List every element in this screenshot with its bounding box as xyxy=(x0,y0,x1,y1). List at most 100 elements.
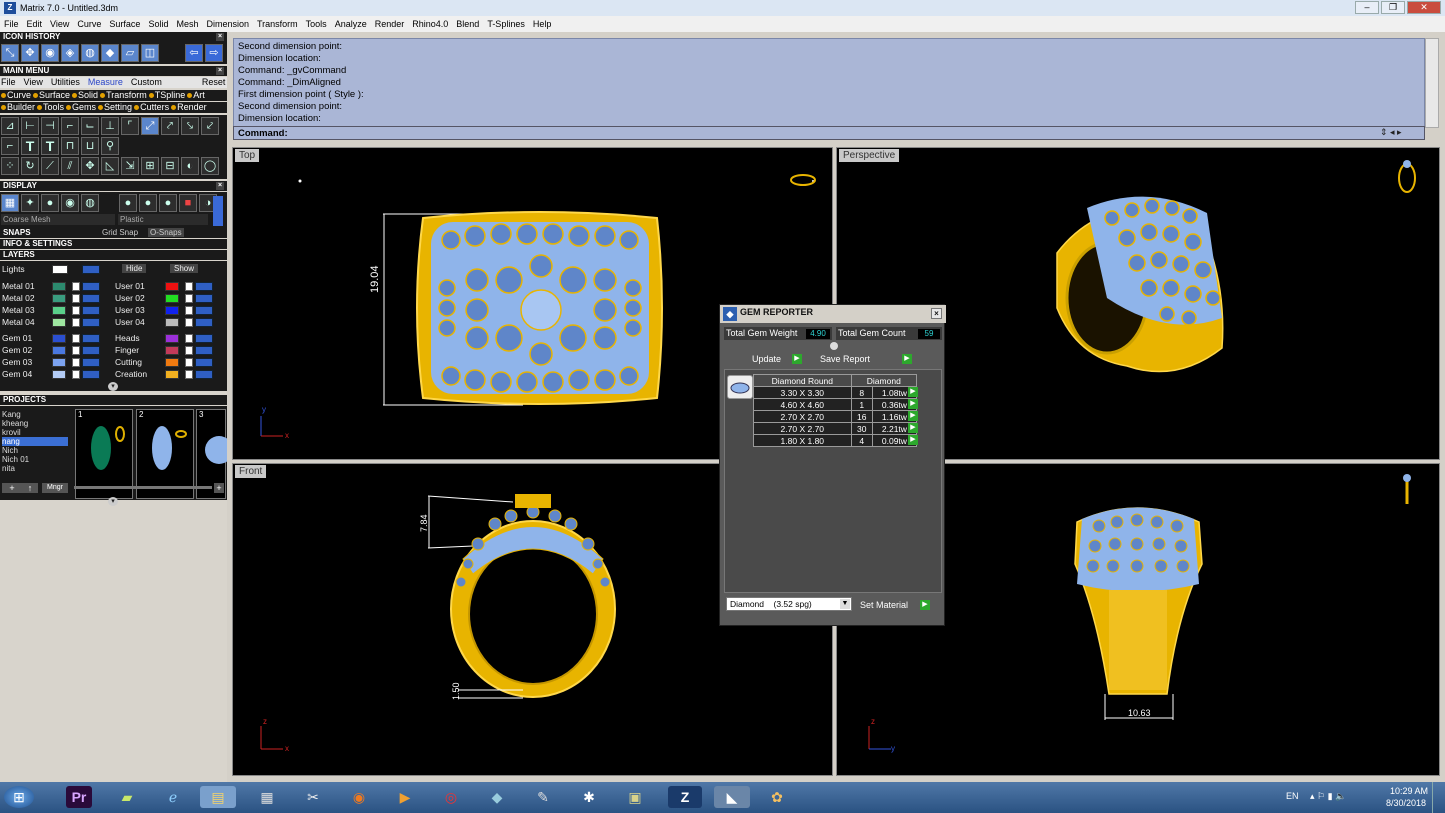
gem-reporter-header[interactable]: ◆ GEM REPORTER × xyxy=(720,305,946,323)
menu-help[interactable]: Help xyxy=(533,19,552,29)
rotate-tool-icon[interactable]: ↻ xyxy=(21,157,39,175)
premiere-icon[interactable]: Pr xyxy=(66,786,92,808)
wireframe-icon[interactable]: ▦ xyxy=(1,194,19,212)
hide-button[interactable]: Hide xyxy=(122,264,147,273)
collapse-icon[interactable] xyxy=(830,342,838,350)
manager-button[interactable]: Mngr xyxy=(42,483,68,493)
measure-tool-icon[interactable]: ⌜ xyxy=(121,117,139,135)
layer-row[interactable]: Creation xyxy=(115,369,219,380)
measure-tool-icon[interactable]: ⊿ xyxy=(1,117,19,135)
app-icon[interactable]: ◆ xyxy=(484,786,510,808)
menu-transform[interactable]: Transform xyxy=(257,19,298,29)
layer-row[interactable]: Metal 03 xyxy=(2,305,106,316)
play-icon[interactable]: ▶ xyxy=(908,423,918,433)
layer-toggle[interactable] xyxy=(82,265,100,274)
menu-view[interactable]: View xyxy=(50,19,69,29)
measure-tool-icon[interactable]: ⌙ xyxy=(81,117,99,135)
history-tool-icon[interactable]: ◈ xyxy=(61,44,79,62)
tab-reset[interactable]: Reset xyxy=(202,77,226,88)
expand-icon[interactable]: ▾ xyxy=(108,497,118,506)
menu-blend[interactable]: Blend xyxy=(456,19,479,29)
notes-icon[interactable]: ▣ xyxy=(622,786,648,808)
render-sphere-icon[interactable]: ◉ xyxy=(61,194,79,212)
mm-cutters[interactable]: Cutters xyxy=(134,102,169,113)
tab-view[interactable]: View xyxy=(24,77,43,88)
play-icon[interactable]: ▶ xyxy=(908,387,918,397)
layer-row[interactable]: Finger xyxy=(115,345,219,356)
mm-builder[interactable]: Builder xyxy=(1,102,35,113)
menu-edit[interactable]: Edit xyxy=(27,19,43,29)
tab-file[interactable]: File xyxy=(1,77,16,88)
layer-row[interactable]: Metal 01 xyxy=(2,281,106,292)
explorer-icon[interactable]: ▤ xyxy=(200,786,236,808)
measure-tool-icon[interactable]: ⊔ xyxy=(81,137,99,155)
history-tool-icon[interactable]: ▱ xyxy=(121,44,139,62)
clock-date[interactable]: 8/30/2018 xyxy=(1386,798,1426,808)
close-icon[interactable]: × xyxy=(216,67,224,75)
show-desktop-button[interactable] xyxy=(1432,782,1445,813)
up-arrow-icon[interactable]: ↑ xyxy=(22,483,38,493)
display-header[interactable]: DISPLAY × xyxy=(0,181,227,191)
ie-icon[interactable]: ℯ xyxy=(160,786,186,808)
layer-row[interactable]: Heads xyxy=(115,333,219,344)
measure-tool-icon[interactable]: ⤥ xyxy=(181,117,199,135)
folder-icon[interactable]: ▰ xyxy=(114,786,140,808)
transform-tool-icon[interactable]: ⫽ xyxy=(61,157,79,175)
measure-tool-icon[interactable]: ⊓ xyxy=(61,137,79,155)
play-icon[interactable]: ▶ xyxy=(908,435,918,445)
expand-icon[interactable]: ▾ xyxy=(108,382,118,391)
material-sphere-icon[interactable]: ■ xyxy=(179,194,197,212)
close-icon[interactable]: × xyxy=(216,33,224,41)
diamond-round-icon[interactable] xyxy=(727,375,753,399)
language-indicator[interactable]: EN xyxy=(1286,791,1299,801)
play-icon[interactable]: ▶ xyxy=(908,399,918,409)
maximize-button[interactable]: ❐ xyxy=(1381,1,1405,14)
rhino-icon[interactable]: ◣ xyxy=(714,786,750,808)
grid-snap-toggle[interactable]: Grid Snap xyxy=(102,228,138,237)
layer-row[interactable]: Metal 04 xyxy=(2,317,106,328)
add-project-button[interactable]: + xyxy=(2,483,22,493)
menu-render[interactable]: Render xyxy=(375,19,405,29)
text-tool-icon[interactable]: T xyxy=(41,137,59,155)
layer-row[interactable]: Cutting xyxy=(115,357,219,368)
layer-row[interactable]: User 03 xyxy=(115,305,219,316)
table-row[interactable]: 2.70 X 2.70 16 1.16tw xyxy=(753,410,918,423)
measure-tool-icon[interactable]: ⤤ xyxy=(161,117,179,135)
start-button[interactable]: ⊞ xyxy=(4,786,34,808)
layer-row[interactable]: Gem 01 xyxy=(2,333,106,344)
display-mode-select[interactable]: Coarse Mesh xyxy=(1,214,115,225)
main-menu-header[interactable]: MAIN MENU × xyxy=(0,66,227,76)
circle-tool-icon[interactable]: ◯ xyxy=(201,157,219,175)
list-item[interactable]: nang xyxy=(2,437,68,446)
mm-surface[interactable]: Surface xyxy=(33,90,70,101)
transform-tool-icon[interactable]: ◐ xyxy=(181,157,199,175)
minimize-button[interactable]: – xyxy=(1355,1,1379,14)
menu-solid[interactable]: Solid xyxy=(148,19,168,29)
tab-measure[interactable]: Measure xyxy=(88,77,123,88)
render-sphere-icon[interactable]: ● xyxy=(41,194,59,212)
transform-tool-icon[interactable]: ⟋ xyxy=(41,157,59,175)
add-thumb-button[interactable]: + xyxy=(214,483,224,493)
history-tool-icon[interactable]: ◉ xyxy=(41,44,59,62)
layer-row[interactable]: Lights xyxy=(2,264,102,275)
play-icon[interactable]: ▶ xyxy=(908,411,918,421)
transform-tool-icon[interactable]: ⁘ xyxy=(1,157,19,175)
mm-setting[interactable]: Setting xyxy=(98,102,132,113)
paint-icon[interactable]: ✿ xyxy=(764,786,790,808)
save-report-button[interactable]: Save Report ▶ xyxy=(820,353,914,365)
transform-tool-icon[interactable]: ⊟ xyxy=(161,157,179,175)
layer-color-swatch[interactable] xyxy=(52,265,68,274)
firefox-icon[interactable]: ◉ xyxy=(346,786,372,808)
menu-curve[interactable]: Curve xyxy=(77,19,101,29)
table-row[interactable]: 3.30 X 3.30 8 1.08tw xyxy=(753,386,918,399)
measure-tool-icon[interactable]: ⌐ xyxy=(61,117,79,135)
transform-tool-icon[interactable]: ◺ xyxy=(101,157,119,175)
mm-art[interactable]: Art xyxy=(187,90,205,101)
snipping-icon[interactable]: ✂ xyxy=(300,786,326,808)
layer-row[interactable]: Gem 02 xyxy=(2,345,106,356)
command-nav-arrows[interactable]: ⇕ ◂ ▸ xyxy=(1380,127,1438,139)
material-select[interactable]: Diamond (3.52 spg) ▼ xyxy=(726,597,852,611)
close-button[interactable]: ✕ xyxy=(1407,1,1441,14)
mm-tools[interactable]: Tools xyxy=(37,102,64,113)
table-row[interactable]: 1.80 X 1.80 4 0.09tw xyxy=(753,434,918,447)
